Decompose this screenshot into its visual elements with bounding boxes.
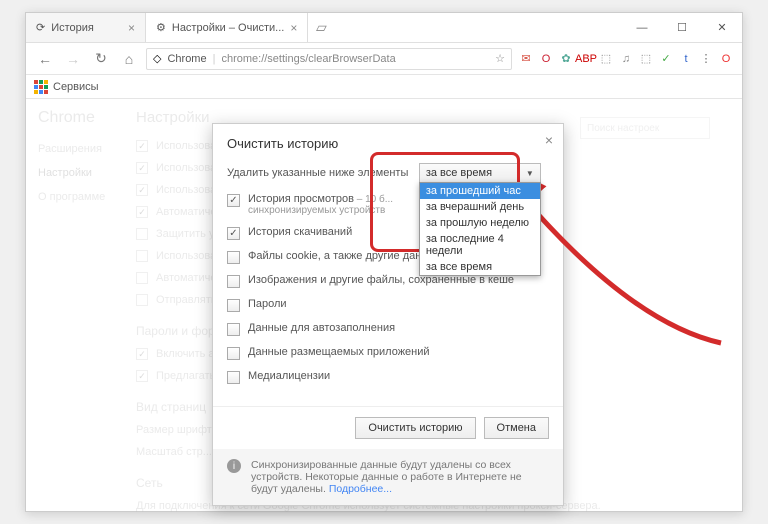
- back-button[interactable]: ←: [34, 48, 56, 70]
- item-sublabel: синхронизируемых устройств: [248, 205, 393, 216]
- clear-data-item: Медиалицензии: [227, 370, 549, 384]
- browser-window: ⟳ История × ⚙ Настройки – Очисти... × ▱ …: [25, 12, 743, 512]
- extension-icon[interactable]: ⬚: [638, 51, 654, 67]
- dialog-title: Очистить историю: [227, 136, 338, 151]
- close-icon[interactable]: ×: [290, 21, 297, 35]
- clear-history-dialog: Очистить историю × Удалить указанные ниж…: [212, 123, 564, 506]
- bookmarks-bar: Сервисы: [26, 75, 742, 99]
- tab-label: Настройки – Очисти...: [172, 22, 284, 34]
- bookmarks-label[interactable]: Сервисы: [53, 81, 99, 93]
- extension-icon[interactable]: ABP: [578, 51, 594, 67]
- checkbox[interactable]: [227, 299, 240, 312]
- item-label: Пароли: [248, 298, 287, 310]
- chevron-down-icon: ▼: [526, 169, 534, 178]
- extension-icon[interactable]: O: [718, 51, 734, 67]
- tab-label: История: [51, 22, 94, 34]
- tab-history[interactable]: ⟳ История ×: [26, 13, 146, 42]
- clear-data-item: Пароли: [227, 298, 549, 312]
- address-path: chrome://settings/clearBrowserData: [221, 53, 395, 65]
- checkbox[interactable]: [227, 194, 240, 207]
- item-label: Данные для автозаполнения: [248, 322, 395, 334]
- extension-icon[interactable]: ♫: [618, 51, 634, 67]
- sync-note: i Синхронизированные данные будут удален…: [213, 449, 563, 505]
- dropdown-option[interactable]: за прошлую неделю: [420, 215, 540, 231]
- bookmark-star-icon[interactable]: ☆: [495, 52, 505, 65]
- item-label: История просмотров: [248, 193, 354, 205]
- extension-icon[interactable]: ✓: [658, 51, 674, 67]
- checkbox[interactable]: [227, 275, 240, 288]
- origin-label: Chrome: [167, 53, 206, 65]
- clear-data-item: Изображения и другие файлы, сохраненные …: [227, 274, 549, 288]
- extension-icon[interactable]: O: [538, 51, 554, 67]
- home-button[interactable]: ⌂: [118, 48, 140, 70]
- extension-icon[interactable]: ✿: [558, 51, 574, 67]
- extension-icons: ✉O✿ABP⬚♫⬚✓t⋮O: [518, 51, 734, 67]
- gear-icon: ⚙: [156, 21, 166, 34]
- extension-icon[interactable]: t: [678, 51, 694, 67]
- extension-icon[interactable]: ✉: [518, 51, 534, 67]
- address-bar: ← → ↻ ⌂ ◇ Chrome | chrome://settings/cle…: [26, 43, 742, 75]
- learn-more-link[interactable]: Подробнее...: [329, 483, 392, 495]
- extension-icon[interactable]: ⬚: [598, 51, 614, 67]
- checkbox[interactable]: [227, 251, 240, 264]
- item-sublabel: – 10 б...: [354, 194, 393, 205]
- item-label: Медиалицензии: [248, 370, 330, 382]
- checkbox[interactable]: [227, 371, 240, 384]
- select-value: за все время: [426, 167, 492, 179]
- forward-button[interactable]: →: [62, 48, 84, 70]
- time-range-select[interactable]: за все время ▼: [419, 163, 541, 183]
- item-label: История скачиваний: [248, 226, 352, 238]
- checkbox[interactable]: [227, 227, 240, 240]
- extension-icon[interactable]: ⋮: [698, 51, 714, 67]
- checkbox[interactable]: [227, 347, 240, 360]
- window-close-button[interactable]: ✕: [702, 13, 742, 42]
- delete-range-label: Удалить указанные ниже элементы: [227, 167, 408, 179]
- checkbox[interactable]: [227, 323, 240, 336]
- tab-settings[interactable]: ⚙ Настройки – Очисти... ×: [146, 13, 308, 42]
- titlebar: ⟳ История × ⚙ Настройки – Очисти... × ▱ …: [26, 13, 742, 43]
- origin-icon: ◇: [153, 52, 161, 65]
- apps-icon[interactable]: [34, 80, 48, 94]
- item-label: Данные размещаемых приложений: [248, 346, 430, 358]
- new-tab-button[interactable]: ▱: [308, 13, 334, 42]
- address-input[interactable]: ◇ Chrome | chrome://settings/clearBrowse…: [146, 48, 512, 70]
- cancel-button[interactable]: Отмена: [484, 417, 549, 439]
- dropdown-option[interactable]: за последние 4 недели: [420, 231, 540, 259]
- time-range-dropdown: за прошедший часза вчерашний деньза прош…: [419, 182, 541, 276]
- minimize-button[interactable]: —: [622, 13, 662, 42]
- maximize-button[interactable]: ☐: [662, 13, 702, 42]
- dropdown-option[interactable]: за прошедший час: [420, 183, 540, 199]
- dropdown-option[interactable]: за все время: [420, 259, 540, 275]
- close-icon[interactable]: ×: [128, 21, 135, 35]
- history-icon: ⟳: [36, 21, 45, 34]
- info-icon: i: [227, 459, 241, 473]
- dialog-close-button[interactable]: ×: [545, 132, 553, 148]
- content-area: Chrome Расширения Настройки О программе …: [26, 99, 742, 511]
- clear-data-item: Данные для автозаполнения: [227, 322, 549, 336]
- clear-history-button[interactable]: Очистить историю: [355, 417, 475, 439]
- dropdown-option[interactable]: за вчерашний день: [420, 199, 540, 215]
- clear-data-item: Данные размещаемых приложений: [227, 346, 549, 360]
- reload-button[interactable]: ↻: [90, 48, 112, 70]
